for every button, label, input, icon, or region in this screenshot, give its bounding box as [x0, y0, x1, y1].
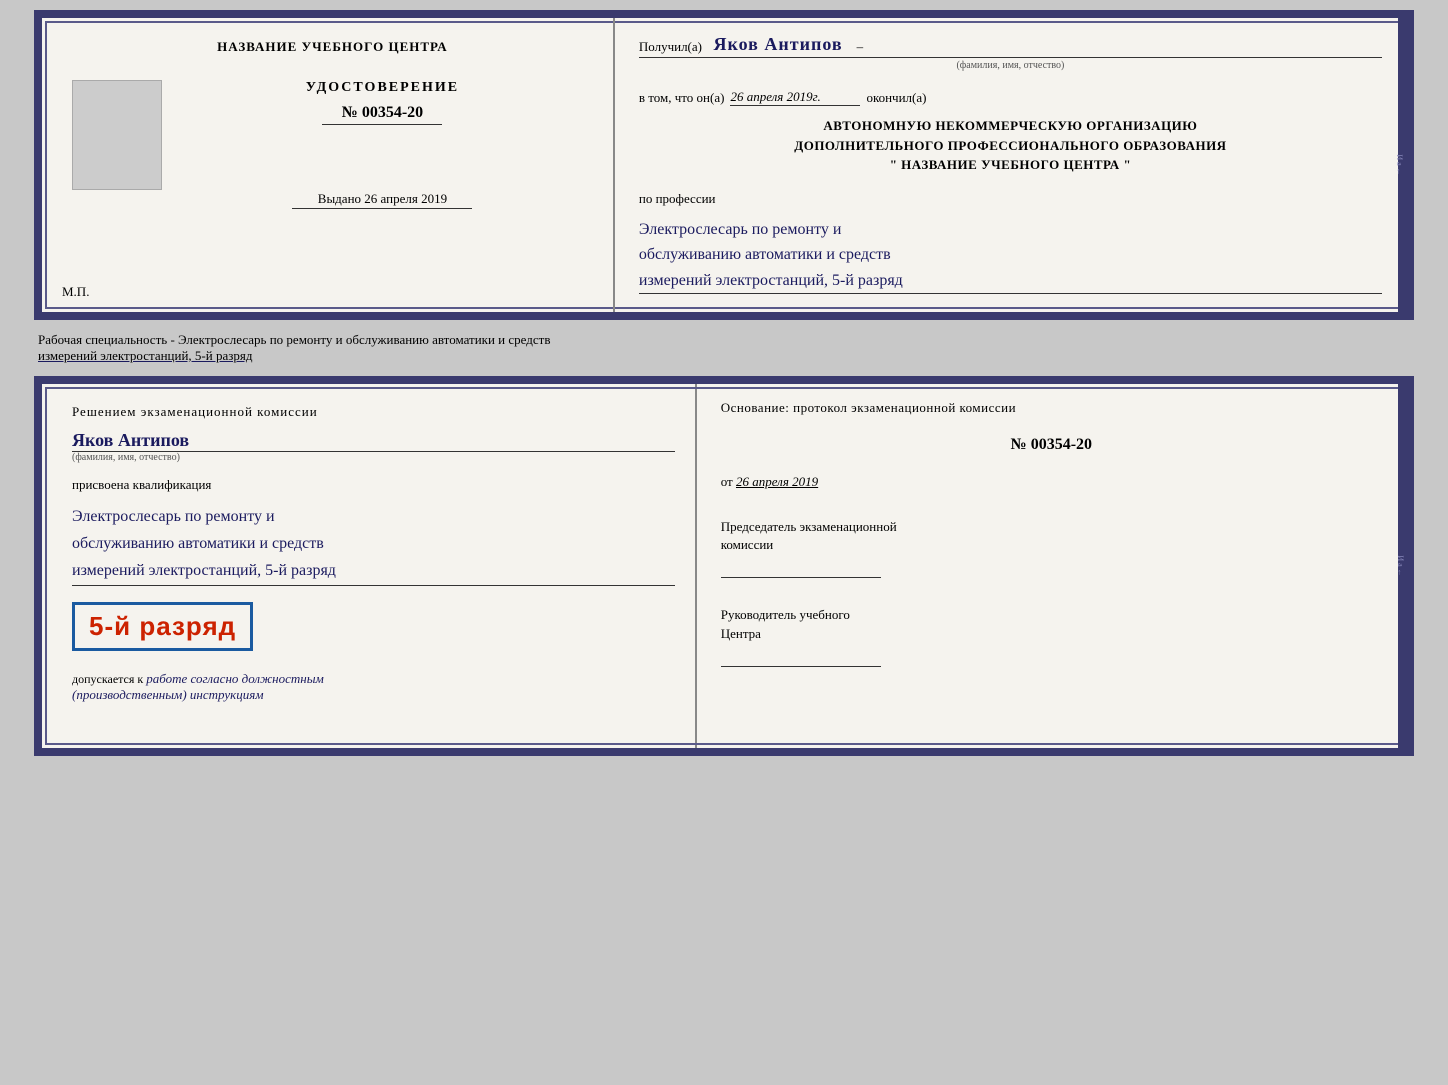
photo-placeholder — [72, 80, 162, 190]
bottom-right-panel: Основание: протокол экзаменационной коми… — [697, 384, 1406, 748]
top-certificate: НАЗВАНИЕ УЧЕБНОГО ЦЕНТРА УДОСТОВЕРЕНИЕ №… — [34, 10, 1414, 320]
name-subtext: (фамилия, имя, отчество) — [72, 452, 675, 463]
person-name: Яков Антипов — [72, 430, 675, 452]
manager-title: Руководитель учебного Центра — [721, 606, 1382, 642]
finished-word: окончил(а) — [866, 90, 926, 106]
decision-text: Решением экзаменационной комиссии — [72, 404, 675, 420]
specialty-text: Рабочая специальность - Электрослесарь п… — [38, 332, 550, 347]
protocol-number: № 00354-20 — [721, 436, 1382, 454]
org-line1: АВТОНОМНУЮ НЕКОММЕРЧЕСКУЮ ОРГАНИЗАЦИЮ — [639, 116, 1382, 136]
cert-label: УДОСТОВЕРЕНИЕ — [306, 80, 459, 96]
date-line: от 26 апреля 2019 — [721, 474, 1382, 490]
side-labels-text: И а ← — [1395, 154, 1404, 175]
qual-line2: обслуживанию автоматики и средств — [72, 530, 675, 557]
in-that-line: в том, что он(а) 26 апреля 2019г. окончи… — [639, 89, 1382, 106]
completion-date: 26 апреля 2019г. — [730, 89, 860, 106]
qualification-handwritten: Электрослесарь по ремонту и обслуживанию… — [72, 503, 675, 586]
basis-text: Основание: протокол экзаменационной коми… — [721, 400, 1382, 416]
top-left-panel: НАЗВАНИЕ УЧЕБНОГО ЦЕНТРА УДОСТОВЕРЕНИЕ №… — [42, 18, 615, 312]
org-line2: ДОПОЛНИТЕЛЬНОГО ПРОФЕССИОНАЛЬНОГО ОБРАЗО… — [639, 136, 1382, 156]
top-right-panel: Получил(а) Яков Антипов – (фамилия, имя,… — [615, 18, 1406, 312]
qual-line3: измерений электростанций, 5-й разряд — [72, 557, 675, 584]
org-line3: " НАЗВАНИЕ УЧЕБНОГО ЦЕНТРА " — [639, 155, 1382, 175]
bottom-left-panel: Решением экзаменационной комиссии Яков А… — [42, 384, 697, 748]
in-that-prefix: в том, что он(а) — [639, 90, 725, 106]
date-value: 26 апреля 2019 — [736, 474, 818, 489]
cert-number: № 00354-20 — [322, 104, 442, 125]
manager-signature-line — [721, 647, 881, 667]
issued-date: 26 апреля 2019 — [364, 191, 447, 206]
org-block: АВТОНОМНУЮ НЕКОММЕРЧЕСКУЮ ОРГАНИЗАЦИЮ ДО… — [639, 116, 1382, 175]
specialty-line: Рабочая специальность - Электрослесарь п… — [34, 330, 1414, 366]
received-line: Получил(а) Яков Антипов – — [639, 34, 1382, 58]
recipient-name: Яков Антипов — [714, 34, 843, 55]
bottom-side-label: И а ← — [1396, 555, 1405, 576]
chairman-title: Председатель экзаменационной комиссии — [721, 518, 1382, 554]
allowed-prefix: допускается к — [72, 672, 143, 686]
date-prefix: от — [721, 474, 733, 489]
profession-line1: Электрослесарь по ремонту и — [639, 217, 1382, 243]
allowed-line: допускается к работе согласно должностны… — [72, 671, 675, 703]
received-block: Получил(а) Яков Антипов – (фамилия, имя,… — [639, 34, 1382, 71]
person-block: Яков Антипов (фамилия, имя, отчество) — [72, 430, 675, 463]
received-prefix: Получил(а) — [639, 39, 702, 55]
manager-block: Руководитель учебного Центра — [721, 606, 1382, 666]
profession-line2: обслуживанию автоматики и средств — [639, 242, 1382, 268]
rank-badge: 5-й разряд — [72, 602, 253, 651]
right-side-decoration: И а ← — [1398, 18, 1412, 312]
assigned-text: присвоена квалификация — [72, 477, 675, 493]
document-wrapper: НАЗВАНИЕ УЧЕБНОГО ЦЕНТРА УДОСТОВЕРЕНИЕ №… — [34, 10, 1414, 756]
chairman-signature-line — [721, 558, 881, 578]
profession-label: по профессии — [639, 191, 1382, 207]
mp-label: М.П. — [62, 284, 89, 300]
org-title: НАЗВАНИЕ УЧЕБНОГО ЦЕНТРА — [217, 38, 448, 56]
issued-line: Выдано 26 апреля 2019 — [292, 191, 472, 209]
qual-line1: Электрослесарь по ремонту и — [72, 503, 675, 530]
issued-label: Выдано — [318, 191, 361, 206]
profession-handwritten: Электрослесарь по ремонту и обслуживанию… — [639, 217, 1382, 295]
chairman-block: Председатель экзаменационной комиссии — [721, 518, 1382, 578]
profession-line3: измерений электростанций, 5-й разряд — [639, 268, 1382, 294]
recipient-subtext: (фамилия, имя, отчество) — [639, 60, 1382, 71]
bottom-right-side-decoration: И а ← — [1398, 384, 1412, 748]
specialty-text2: измерений электростанций, 5-й разряд — [38, 348, 252, 363]
bottom-certificate: Решением экзаменационной комиссии Яков А… — [34, 376, 1414, 756]
